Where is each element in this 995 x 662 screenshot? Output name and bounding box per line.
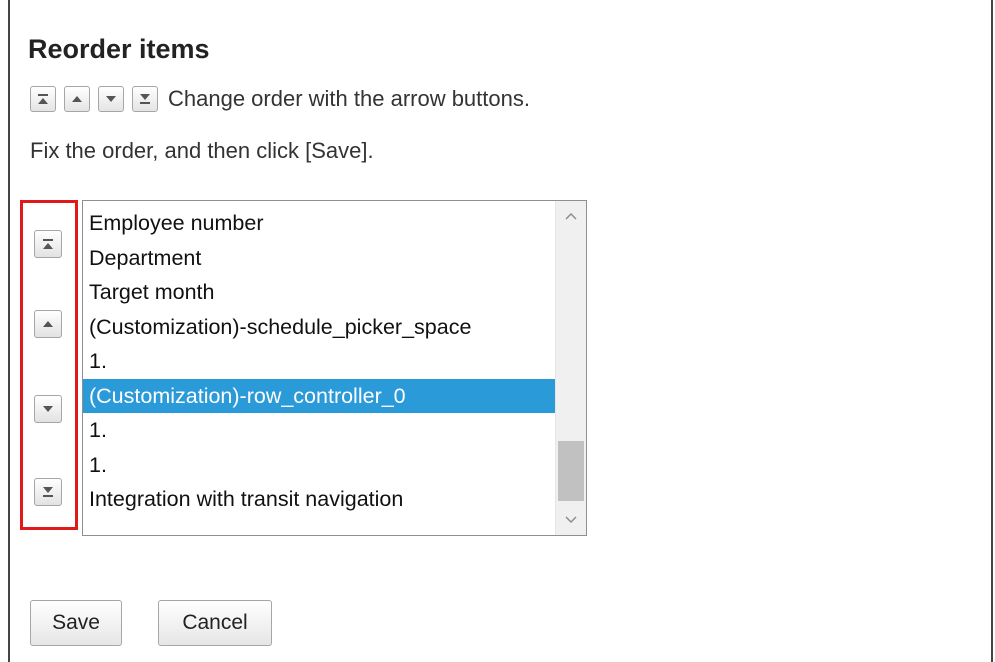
move-to-top-icon <box>43 239 53 249</box>
cancel-button[interactable]: Cancel <box>158 600 272 646</box>
move-up-icon <box>64 86 90 112</box>
chevron-up-icon <box>565 213 577 220</box>
list-item[interactable]: Employee number <box>83 206 555 241</box>
move-down-icon <box>98 86 124 112</box>
move-to-bottom-button[interactable] <box>34 478 62 506</box>
hint-text: Change order with the arrow buttons. <box>168 86 530 111</box>
move-to-top-icon <box>30 86 56 112</box>
list-item[interactable]: 1. <box>83 448 555 483</box>
scroll-up-arrow[interactable] <box>556 201 586 231</box>
save-button[interactable]: Save <box>30 600 122 646</box>
list-item[interactable]: Target month <box>83 275 555 310</box>
move-down-button[interactable] <box>34 395 62 423</box>
item-listbox[interactable]: Employee number Department Target month … <box>82 200 587 536</box>
move-to-bottom-icon <box>43 487 53 497</box>
scroll-down-arrow[interactable] <box>556 505 586 535</box>
page-title: Reorder items <box>28 34 210 64</box>
list-item[interactable]: Integration with transit navigation <box>83 482 555 517</box>
list-item[interactable]: 1. <box>83 413 555 448</box>
hint-line: Change order with the arrow buttons. <box>30 86 530 112</box>
move-up-icon <box>43 321 53 327</box>
move-to-bottom-icon <box>132 86 158 112</box>
list-item[interactable]: 1. <box>83 344 555 379</box>
instruction-text: Fix the order, and then click [Save]. <box>30 138 374 163</box>
move-down-icon <box>43 406 53 412</box>
list-item[interactable]: (Customization)-schedule_picker_space <box>83 310 555 345</box>
vertical-scrollbar[interactable] <box>555 201 586 535</box>
chevron-down-icon <box>565 516 577 523</box>
move-to-top-button[interactable] <box>34 230 62 258</box>
list-item-selected[interactable]: (Customization)-row_controller_0 <box>83 378 555 413</box>
move-up-button[interactable] <box>34 310 62 338</box>
list-items: Employee number Department Target month … <box>83 206 555 517</box>
scroll-thumb[interactable] <box>558 441 584 501</box>
list-item[interactable]: Department <box>83 241 555 276</box>
